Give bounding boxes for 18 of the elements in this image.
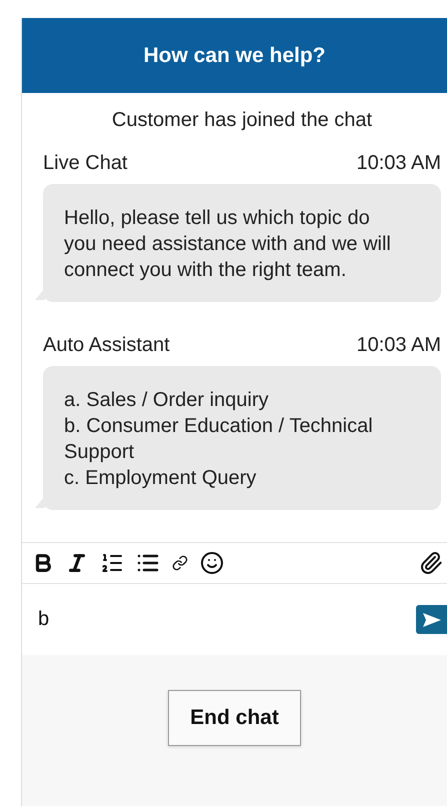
message-time: 10:03 AM: [356, 152, 441, 175]
sender-name: Live Chat: [43, 152, 128, 175]
sender-name: Auto Assistant: [43, 334, 170, 357]
italic-button[interactable]: [66, 552, 88, 574]
attach-button[interactable]: [419, 551, 443, 575]
message-text: a. Sales / Order inquiry: [64, 388, 270, 413]
message-time: 10:03 AM: [356, 334, 441, 357]
numbered-list-button[interactable]: [100, 551, 124, 575]
message-input[interactable]: b: [36, 607, 416, 632]
system-message: Customer has joined the chat: [110, 109, 374, 132]
message-text: Hello, please tell us which topic do you need assistance with and we will connect you with the right team.: [64, 206, 392, 283]
send-icon: [422, 612, 440, 626]
emoji-button[interactable]: [200, 551, 224, 575]
end-chat-button[interactable]: End chat: [168, 690, 301, 746]
header-title: How can we help?: [143, 44, 326, 68]
link-button[interactable]: [172, 555, 188, 571]
message-text: c. Employment Query: [64, 466, 258, 491]
send-button[interactable]: [416, 605, 447, 634]
